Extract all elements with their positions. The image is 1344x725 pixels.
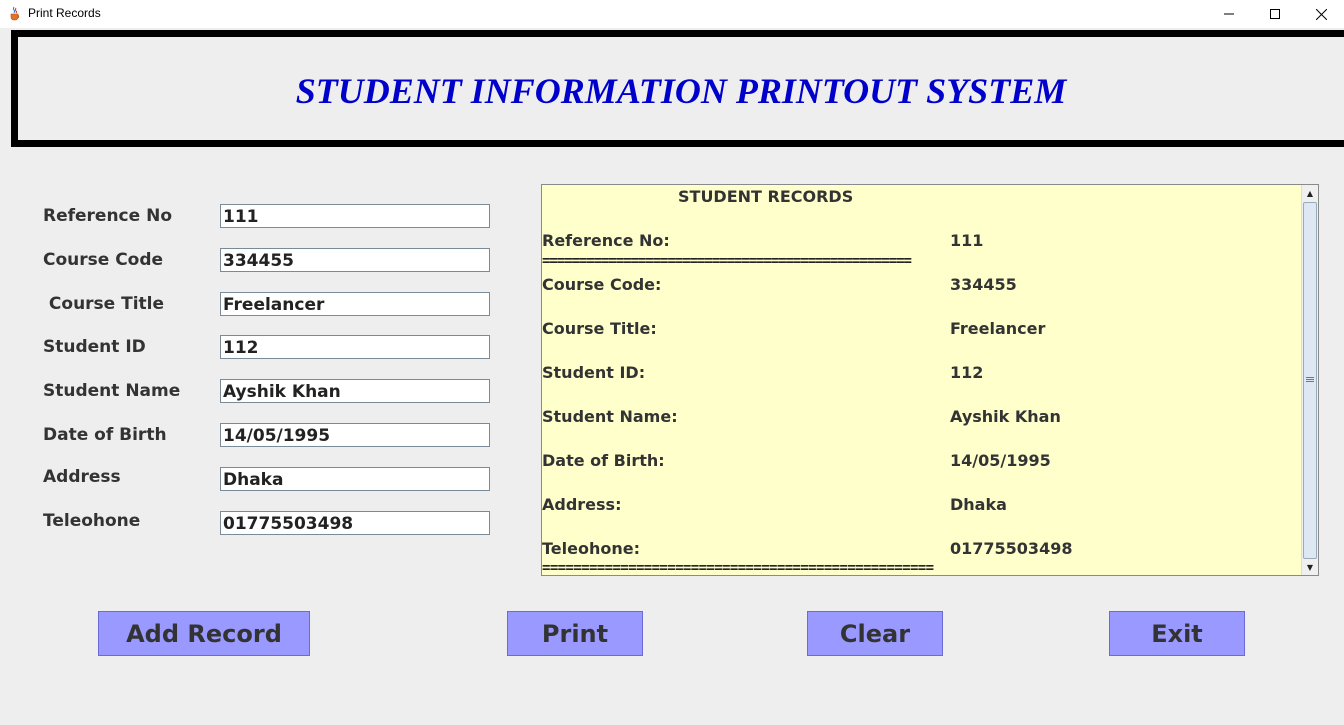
record-value: 14/05/1995 (950, 451, 1051, 470)
telephone-label: Teleohone (43, 511, 141, 531)
records-heading: STUDENT RECORDS (678, 187, 854, 206)
maximize-icon (1270, 9, 1280, 19)
java-cup-icon (10, 6, 20, 21)
record-label: Course Title: (542, 319, 657, 338)
telephone-field[interactable]: 01775503498 (220, 511, 490, 535)
date-of-birth-field[interactable]: 14/05/1995 (220, 423, 490, 447)
minimize-icon (1224, 13, 1234, 15)
record-value: Freelancer (950, 319, 1046, 338)
scrollbar-thumb[interactable] (1303, 202, 1317, 559)
record-separator: ========================================… (542, 253, 912, 269)
window-title: Print Records (28, 6, 101, 20)
date-of-birth-label: Date of Birth (43, 425, 167, 445)
record-value: 112 (950, 363, 984, 382)
record-label: Student ID: (542, 363, 646, 382)
record-label: Reference No: (542, 231, 670, 250)
grip-icon (1306, 377, 1314, 382)
record-value: Dhaka (950, 495, 1007, 514)
maximize-button[interactable] (1252, 0, 1298, 28)
header-panel: STUDENT INFORMATION PRINTOUT SYSTEM (11, 30, 1344, 147)
records-textarea[interactable]: STUDENT RECORDS Reference No: 111 ======… (541, 184, 1319, 576)
record-separator: ========================================… (542, 560, 934, 576)
records-scrollbar[interactable]: ▲ ▼ (1301, 185, 1318, 575)
record-label: Course Code: (542, 275, 662, 294)
record-value: Ayshik Khan (950, 407, 1061, 426)
close-icon (1315, 8, 1327, 20)
reference-no-field[interactable]: 111 (220, 204, 490, 228)
course-code-field[interactable]: 334455 (220, 248, 490, 272)
record-label: Teleohone: (542, 539, 640, 558)
address-field[interactable]: Dhaka (220, 467, 490, 491)
record-value: 111 (950, 231, 984, 250)
course-title-label: Course Title (43, 294, 165, 314)
page-title: STUDENT INFORMATION PRINTOUT SYSTEM (295, 71, 1067, 111)
clear-button[interactable]: Clear (807, 611, 943, 656)
minimize-button[interactable] (1206, 0, 1252, 28)
scroll-up-arrow-icon[interactable]: ▲ (1302, 185, 1318, 201)
course-title-field[interactable]: Freelancer (220, 292, 490, 316)
window-titlebar: Print Records (0, 0, 1344, 28)
exit-button[interactable]: Exit (1109, 611, 1245, 656)
student-id-field[interactable]: 112 (220, 335, 490, 359)
student-id-label: Student ID (43, 337, 146, 357)
student-name-field[interactable]: Ayshik Khan (220, 379, 490, 403)
record-value: 01775503498 (950, 539, 1073, 558)
course-code-label: Course Code (43, 250, 164, 270)
student-name-label: Student Name (43, 381, 181, 401)
add-record-button[interactable]: Add Record (98, 611, 310, 656)
record-label: Date of Birth: (542, 451, 665, 470)
record-value: 334455 (950, 275, 1017, 294)
scroll-down-arrow-icon[interactable]: ▼ (1302, 559, 1318, 575)
reference-no-label: Reference No (43, 206, 172, 226)
address-label: Address (43, 467, 121, 487)
close-button[interactable] (1298, 0, 1344, 28)
print-button[interactable]: Print (507, 611, 643, 656)
record-label: Student Name: (542, 407, 678, 426)
record-label: Address: (542, 495, 622, 514)
